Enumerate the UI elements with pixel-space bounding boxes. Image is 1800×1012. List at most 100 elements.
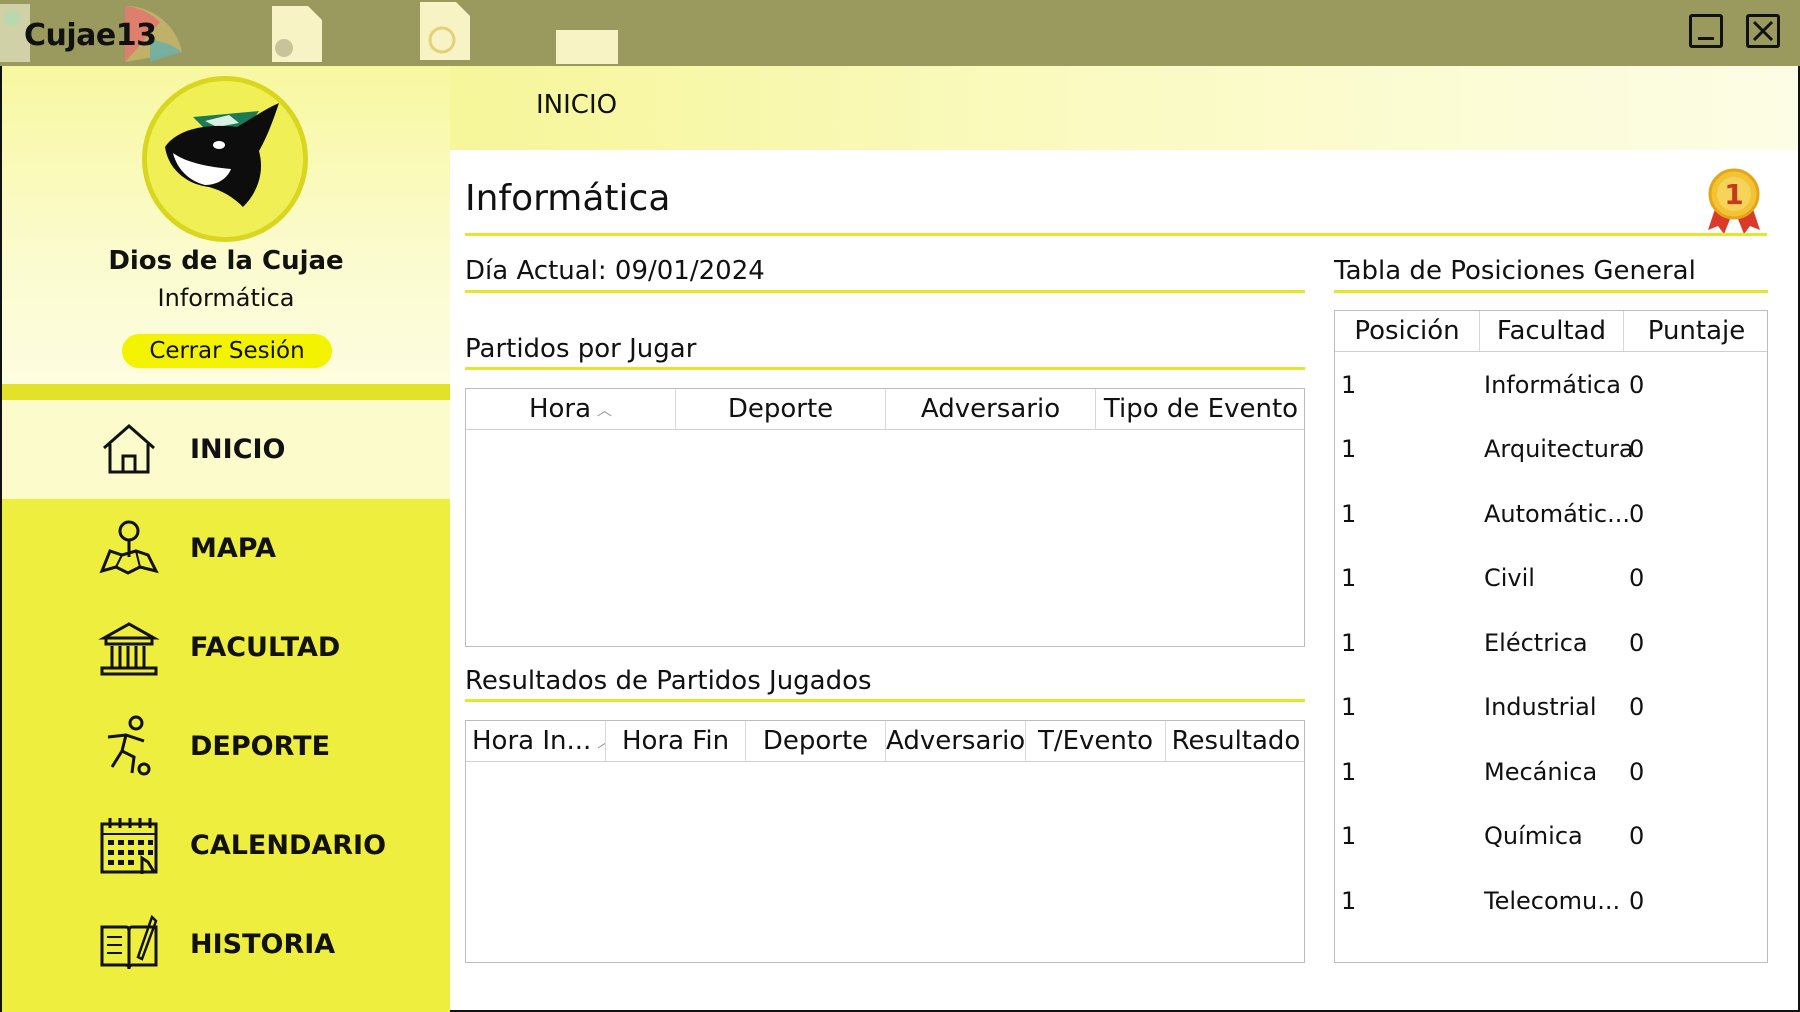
column-header-puntaje[interactable]: Puntaje — [1624, 311, 1769, 351]
nav-item-facultad[interactable]: FACULTAD — [2, 598, 450, 697]
column-header-posicion[interactable]: Posición — [1335, 311, 1480, 351]
table-header: Hora ︿ Deporte Adversario Tipo de Evento — [466, 389, 1304, 430]
logout-button[interactable]: Cerrar Sesión — [122, 334, 332, 368]
score-cell: 0 — [1629, 629, 1645, 657]
divider — [2, 384, 450, 400]
book-icon — [100, 914, 158, 970]
column-header-facultad[interactable]: Facultad — [1480, 311, 1624, 351]
table-row[interactable]: 1 Eléctrica 0 — [1335, 611, 1767, 675]
score-cell: 0 — [1629, 500, 1645, 528]
score-cell: 0 — [1629, 887, 1645, 915]
table-row[interactable]: 1 Industrial 0 — [1335, 675, 1767, 739]
results-table[interactable]: Hora In...︿ Hora Fin Deporte Adversario … — [465, 720, 1305, 963]
position-cell: 1 — [1341, 887, 1357, 915]
upcoming-title: Partidos por Jugar — [465, 334, 697, 364]
minimize-icon — [1698, 37, 1714, 40]
score-cell: 0 — [1629, 693, 1645, 721]
position-cell: 1 — [1341, 564, 1357, 592]
faculty-cell: Mecánica — [1484, 758, 1598, 786]
close-button[interactable] — [1746, 14, 1780, 48]
score-cell: 0 — [1629, 822, 1645, 850]
medal-icon: 1 — [1708, 168, 1760, 234]
column-header-adversario[interactable]: Adversario — [886, 389, 1096, 429]
nav-item-historia[interactable]: HISTORIA — [2, 895, 450, 994]
table-row[interactable]: 1 Telecomu... 0 — [1335, 869, 1767, 933]
table-row[interactable]: 1 Civil 0 — [1335, 546, 1767, 610]
column-header-adversario[interactable]: Adversario — [886, 721, 1026, 761]
table-row[interactable]: 1 Informática 0 — [1335, 353, 1767, 417]
profile-panel: Dios de la Cujae Informática Cerrar Sesi… — [2, 66, 450, 384]
divider — [465, 699, 1305, 702]
nav-label: INICIO — [190, 434, 286, 465]
faculty-cell: Arquitectura — [1484, 435, 1634, 463]
position-cell: 1 — [1341, 822, 1357, 850]
nav-label: DEPORTE — [190, 731, 331, 762]
table-row[interactable]: 1 Química 0 — [1335, 804, 1767, 868]
calendar-icon — [100, 818, 158, 874]
table-header: Posición Facultad Puntaje — [1335, 311, 1767, 352]
nav-label: HISTORIA — [190, 929, 336, 960]
faculty-cell: Informática — [1484, 371, 1621, 399]
window-titlebar: Cujae13 — [0, 0, 1800, 66]
faculty-cell: Industrial — [1484, 693, 1597, 721]
nav-label: FACULTAD — [190, 632, 341, 663]
column-header-hora[interactable]: Hora ︿ — [466, 389, 676, 429]
table-row[interactable]: 1 Automátic... 0 — [1335, 482, 1767, 546]
position-cell: 1 — [1341, 500, 1357, 528]
table-header: Hora In...︿ Hora Fin Deporte Adversario … — [466, 721, 1304, 762]
column-header-tipo-evento[interactable]: Tipo de Evento — [1096, 389, 1306, 429]
standings-table[interactable]: Posición Facultad Puntaje 1 Informática 0 … — [1334, 310, 1768, 963]
medal-number: 1 — [1724, 178, 1743, 211]
standings-title: Tabla de Posiciones General — [1334, 256, 1696, 286]
score-cell: 0 — [1629, 758, 1645, 786]
sidebar: Dios de la Cujae Informática Cerrar Sesi… — [2, 66, 450, 1012]
divider — [1334, 290, 1768, 293]
column-header-hora-inicio[interactable]: Hora In...︿ — [466, 721, 606, 761]
minimize-button[interactable] — [1689, 14, 1723, 48]
close-icon — [1752, 20, 1774, 42]
column-header-tipo-evento[interactable]: T/Evento — [1026, 721, 1166, 761]
user-name: Dios de la Cujae — [108, 246, 344, 276]
window-title: Cujae13 — [24, 18, 157, 53]
page-title: Informática — [465, 178, 671, 219]
position-cell: 1 — [1341, 435, 1357, 463]
home-icon — [103, 424, 155, 474]
file-icon — [272, 6, 322, 62]
file-icon — [556, 30, 618, 64]
score-cell: 0 — [1629, 435, 1645, 463]
nav-label: CALENDARIO — [190, 830, 387, 861]
column-header-resultado[interactable]: Resultado — [1166, 721, 1306, 761]
faculty-cell: Telecomu... — [1484, 887, 1621, 915]
orca-logo-icon — [147, 81, 303, 237]
sort-ascending-icon: ︿ — [597, 400, 613, 419]
position-cell: 1 — [1341, 629, 1357, 657]
user-faculty: Informática — [157, 284, 295, 312]
header-title: INICIO — [536, 90, 618, 120]
nav-label: MAPA — [190, 533, 276, 564]
map-icon — [99, 520, 159, 575]
faculty-cell: Civil — [1484, 564, 1535, 592]
column-header-deporte[interactable]: Deporte — [746, 721, 886, 761]
table-row[interactable]: 1 Arquitectura 0 — [1335, 417, 1767, 481]
results-title: Resultados de Partidos Jugados — [465, 666, 872, 696]
column-header-hora-fin[interactable]: Hora Fin — [606, 721, 746, 761]
title-underline — [465, 233, 1767, 236]
table-row[interactable]: 1 Mecánica 0 — [1335, 740, 1767, 804]
divider — [465, 290, 1305, 293]
nav-item-deporte[interactable]: DEPORTE — [2, 697, 450, 796]
faculty-cell: Eléctrica — [1484, 629, 1588, 657]
nav-item-calendario[interactable]: CALENDARIO — [2, 796, 450, 895]
faculty-cell: Automátic... — [1484, 500, 1630, 528]
position-cell: 1 — [1341, 758, 1357, 786]
header-bar: INICIO — [450, 66, 1798, 150]
score-cell: 0 — [1629, 371, 1645, 399]
nav-item-mapa[interactable]: MAPA — [2, 499, 450, 598]
current-date: Día Actual: 09/01/2024 — [465, 256, 765, 286]
column-header-deporte[interactable]: Deporte — [676, 389, 886, 429]
faculty-cell: Química — [1484, 822, 1583, 850]
avatar — [142, 76, 308, 242]
position-cell: 1 — [1341, 371, 1357, 399]
sort-ascending-icon: ︿ — [597, 733, 605, 751]
upcoming-matches-table[interactable]: Hora ︿ Deporte Adversario Tipo de Evento — [465, 388, 1305, 647]
nav-item-inicio[interactable]: INICIO — [2, 400, 450, 499]
